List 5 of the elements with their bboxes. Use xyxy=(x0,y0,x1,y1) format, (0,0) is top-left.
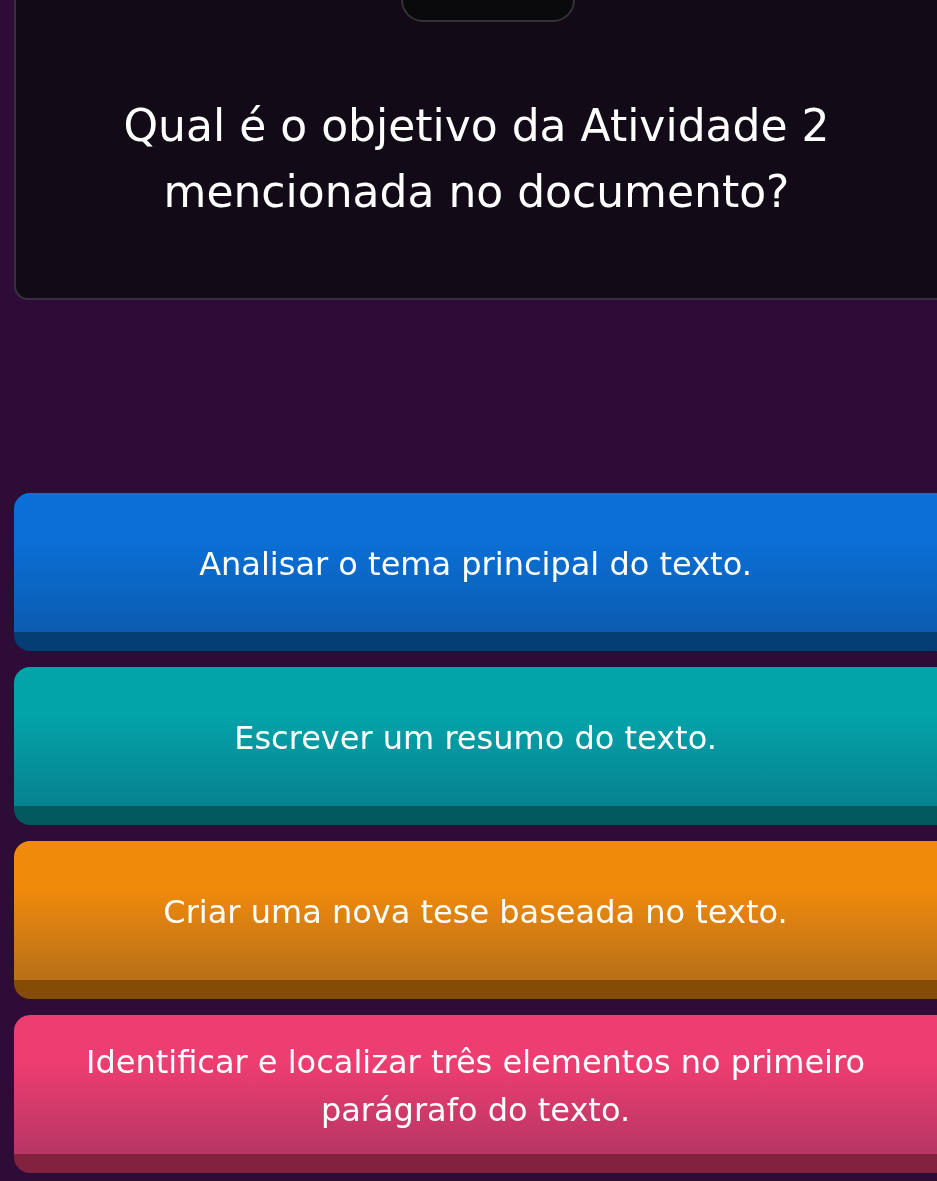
answer-button[interactable]: Criar uma nova tese baseada no texto. xyxy=(14,841,937,999)
question-text: Qual é o objetivo da Atividade 2 mencionada no documento? xyxy=(122,99,831,219)
answer-button[interactable]: Analisar o tema principal do texto. xyxy=(14,493,937,651)
answer-button[interactable]: Escrever um resumo do texto. xyxy=(14,667,937,825)
answer-button[interactable]: Identificar e localizar três elementos no primeiro parágrafo do texto. xyxy=(14,1015,937,1173)
